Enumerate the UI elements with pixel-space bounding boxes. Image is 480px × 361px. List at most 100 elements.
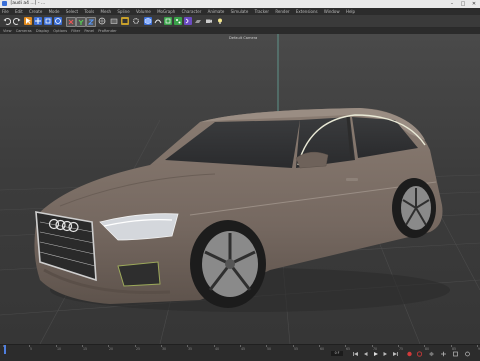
timeline-tick-mark <box>266 345 267 347</box>
scale-key-icon[interactable] <box>452 351 459 357</box>
viewport-menu-display[interactable]: Display <box>36 29 49 33</box>
autokey-icon[interactable] <box>416 351 423 357</box>
timeline-tick-label: 5 <box>30 347 33 351</box>
go-to-start-icon[interactable] <box>352 351 359 357</box>
main-toolbar <box>0 15 480 28</box>
timeline-tick-mark <box>398 345 399 347</box>
viewport-menu-panel[interactable]: Panel <box>84 29 94 33</box>
viewport-scene <box>0 34 480 344</box>
timeline-tick-mark <box>161 345 162 347</box>
timeline-tick-mark <box>214 345 215 347</box>
z-axis-icon[interactable] <box>86 17 96 27</box>
world-coordinate-icon[interactable] <box>98 17 106 25</box>
menu-window[interactable]: Window <box>324 9 340 14</box>
timeline-tick-mark <box>372 345 373 347</box>
cloner-icon[interactable] <box>174 17 182 25</box>
scale-icon[interactable] <box>44 17 52 25</box>
menu-help[interactable]: Help <box>346 9 355 14</box>
floor-icon[interactable] <box>194 17 202 25</box>
window-title: [audi a4 ...] - ... <box>10 1 46 6</box>
menu-tracker[interactable]: Tracker <box>255 9 269 14</box>
cinema4d-icon <box>2 1 7 6</box>
go-to-end-icon[interactable] <box>392 351 399 357</box>
viewport-menu-prorender[interactable]: ProRender <box>98 29 117 33</box>
menu-animate[interactable]: Animate <box>208 9 225 14</box>
timeline-tick-label: 20 <box>109 347 114 351</box>
menu-create[interactable]: Create <box>29 9 42 14</box>
timeline-tick-label: 25 <box>136 347 141 351</box>
live-select-icon[interactable] <box>24 17 32 25</box>
minimize-button[interactable]: – <box>447 0 457 8</box>
timeline-tick-label: 30 <box>162 347 167 351</box>
viewport-menu-view[interactable]: View <box>3 29 12 33</box>
rear-wheel <box>392 178 436 238</box>
undo-icon[interactable] <box>3 17 11 25</box>
light-icon[interactable] <box>216 17 224 25</box>
timeline-tick-label: 35 <box>188 347 193 351</box>
timeline-tick-label: 60 <box>320 347 325 351</box>
timeline-tick-mark <box>82 345 83 347</box>
menu-volume[interactable]: Volume <box>136 9 151 14</box>
render-picture-icon[interactable] <box>121 17 129 25</box>
position-key-icon[interactable] <box>440 351 447 357</box>
menu-tools[interactable]: Tools <box>84 9 94 14</box>
title-bar: [audi a4 ...] - ... – □ ✕ <box>0 0 480 8</box>
timeline-tick-mark <box>135 345 136 347</box>
timeline-tick-mark <box>29 345 30 347</box>
menu-render[interactable]: Render <box>275 9 289 14</box>
timeline-tick-mark <box>187 345 188 347</box>
timeline-tick-label: 50 <box>267 347 272 351</box>
record-icon[interactable] <box>406 351 413 357</box>
viewport-3d[interactable] <box>0 34 480 344</box>
timeline-tick-label: 10 <box>57 347 62 351</box>
keyframe-selection-icon[interactable] <box>428 351 435 357</box>
viewport-menu-filter[interactable]: Filter <box>71 29 80 33</box>
menu-select[interactable]: Select <box>66 9 78 14</box>
rotate-icon[interactable] <box>54 17 62 25</box>
render-view-icon[interactable] <box>110 17 118 25</box>
menu-simulate[interactable]: Simulate <box>231 9 249 14</box>
timeline-tick-label: 55 <box>294 347 299 351</box>
timeline-tick-label: 65 <box>346 347 351 351</box>
menu-mograph[interactable]: MoGraph <box>157 9 175 14</box>
menu-file[interactable]: File <box>2 9 9 14</box>
timeline-tick-mark <box>293 345 294 347</box>
subdivision-icon[interactable] <box>164 17 172 25</box>
next-frame-icon[interactable] <box>382 351 389 357</box>
menu-edit[interactable]: Edit <box>15 9 23 14</box>
menu-mode[interactable]: Mode <box>49 9 60 14</box>
y-axis-icon[interactable] <box>76 17 86 27</box>
close-button[interactable]: ✕ <box>469 0 479 8</box>
timeline-tick-label: 40 <box>215 347 220 351</box>
rotation-key-icon[interactable] <box>464 351 471 357</box>
pen-spline-icon[interactable] <box>154 17 162 25</box>
redo-icon[interactable] <box>13 17 21 25</box>
move-icon[interactable] <box>34 17 42 25</box>
viewport-menu-cameras[interactable]: Cameras <box>16 29 32 33</box>
cube-icon[interactable] <box>144 17 152 25</box>
previous-frame-icon[interactable] <box>362 351 369 357</box>
camera-icon[interactable] <box>205 17 213 25</box>
front-wheel <box>190 220 266 308</box>
camera-label[interactable]: Default Camera <box>229 36 257 40</box>
menu-bar: File Edit Create Mode Select Tools Mesh … <box>0 8 480 15</box>
viewport-menu-options[interactable]: Options <box>53 29 67 33</box>
timeline-tick-mark <box>108 345 109 347</box>
x-axis-icon[interactable] <box>66 17 76 27</box>
menu-extensions[interactable]: Extensions <box>296 9 318 14</box>
menu-mesh[interactable]: Mesh <box>101 9 112 14</box>
timeline-playhead[interactable] <box>4 345 6 354</box>
timeline-tick-mark <box>477 345 478 347</box>
play-icon[interactable] <box>372 351 379 357</box>
car-model[interactable] <box>34 108 450 312</box>
render-settings-icon[interactable] <box>132 17 140 25</box>
menu-spline[interactable]: Spline <box>117 9 129 14</box>
maximize-button[interactable]: □ <box>458 0 468 8</box>
timeline-tick-mark <box>240 345 241 347</box>
timeline-tick-mark <box>451 345 452 347</box>
deformer-icon[interactable] <box>184 17 192 25</box>
timeline-tick-label: 75 <box>399 347 404 351</box>
current-frame-field[interactable]: 0 F <box>331 351 343 356</box>
timeline-tick-mark <box>424 345 425 347</box>
menu-character[interactable]: Character <box>182 9 202 14</box>
